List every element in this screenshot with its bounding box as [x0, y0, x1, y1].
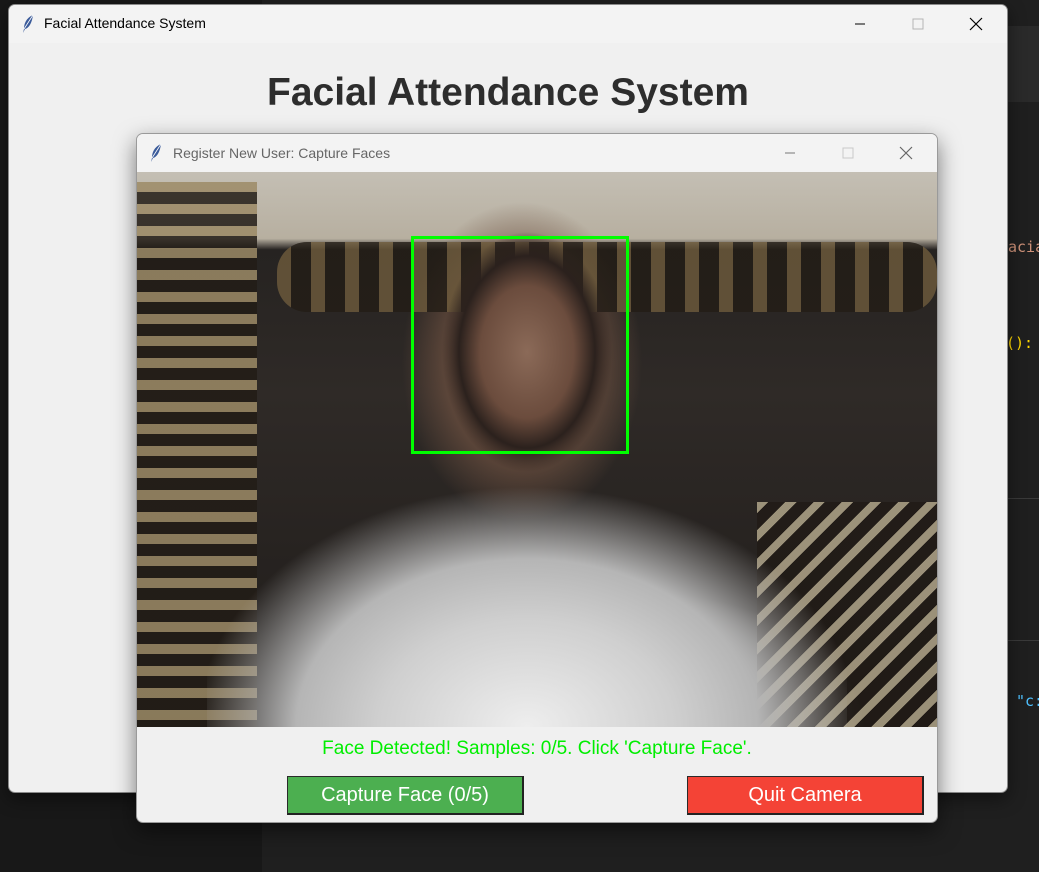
dialog-title: Register New User: Capture Faces — [173, 145, 391, 161]
register-dialog: Register New User: Capture Faces Face De… — [136, 133, 938, 823]
dialog-close-button[interactable] — [877, 134, 935, 172]
maximize-icon — [842, 147, 854, 159]
quit-camera-button[interactable]: Quit Camera — [687, 776, 924, 815]
main-titlebar[interactable]: Facial Attendance System — [9, 5, 1007, 43]
camera-person-body — [207, 462, 847, 727]
background-code: "c: — [1016, 692, 1039, 710]
dialog-titlebar[interactable]: Register New User: Capture Faces — [137, 134, 937, 172]
maximize-button[interactable] — [889, 5, 947, 43]
face-detection-box — [411, 236, 629, 454]
page-title: Facial Attendance System — [267, 71, 749, 114]
minimize-icon — [855, 23, 865, 25]
close-button[interactable] — [947, 5, 1005, 43]
dialog-minimize-button[interactable] — [761, 134, 819, 172]
feather-icon — [151, 143, 162, 162]
close-icon — [969, 17, 983, 31]
background-editor-strip — [1008, 26, 1039, 102]
main-window-title: Facial Attendance System — [44, 15, 206, 31]
background-code: acia — [1008, 238, 1039, 256]
capture-face-button[interactable]: Capture Face (0/5) — [287, 776, 524, 815]
camera-feed — [137, 172, 937, 727]
close-icon — [899, 146, 913, 160]
background-divider — [1008, 640, 1039, 641]
maximize-icon — [912, 18, 924, 30]
dialog-maximize-button[interactable] — [819, 134, 877, 172]
background-divider — [1008, 498, 1039, 499]
minimize-icon — [785, 152, 795, 154]
background-code: (): — [1006, 334, 1034, 352]
feather-icon — [23, 14, 34, 33]
detection-status-text: Face Detected! Samples: 0/5. Click 'Capt… — [322, 738, 752, 759]
minimize-button[interactable] — [831, 5, 889, 43]
